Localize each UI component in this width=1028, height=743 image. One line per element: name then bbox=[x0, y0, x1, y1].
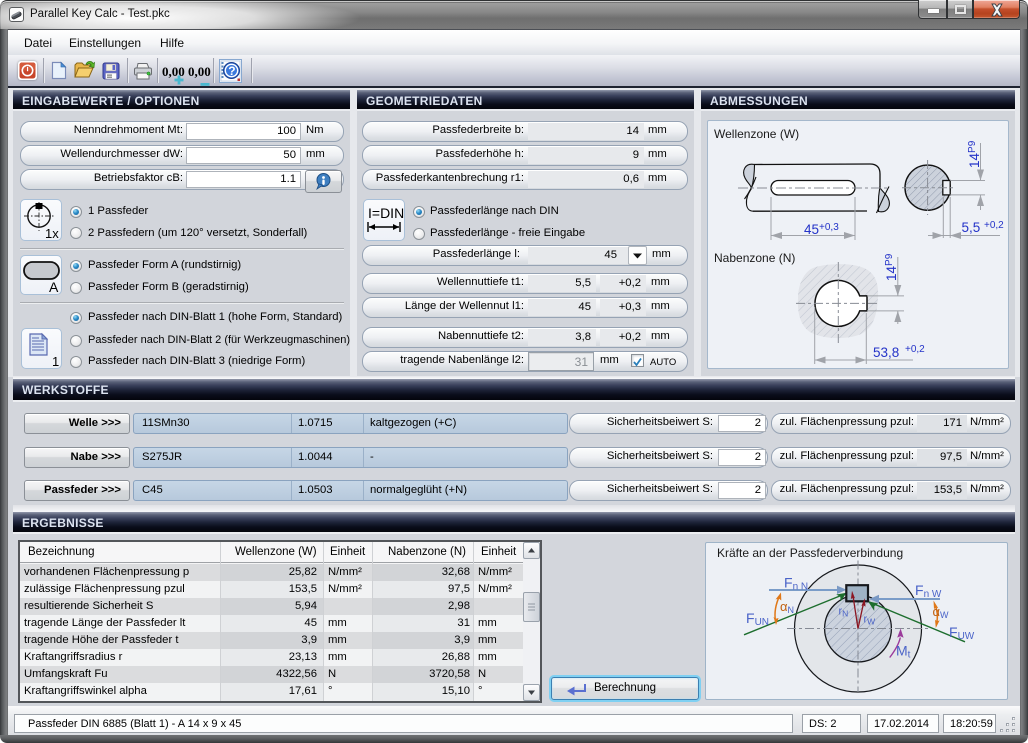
svg-text:Wellenzone (W): Wellenzone (W) bbox=[714, 127, 799, 141]
svg-text:1x: 1x bbox=[45, 226, 59, 240]
svg-text:+0,2: +0,2 bbox=[984, 220, 1004, 231]
svg-text:14P9: 14P9 bbox=[884, 253, 899, 281]
svg-text:14P9: 14P9 bbox=[967, 140, 982, 168]
svg-text:αW: αW bbox=[933, 604, 950, 620]
svg-text:?: ? bbox=[228, 64, 235, 78]
svg-text:1: 1 bbox=[52, 354, 59, 368]
svg-text:Nabenzone (N): Nabenzone (N) bbox=[714, 251, 795, 265]
svg-text:αN: αN bbox=[780, 599, 794, 615]
svg-text:I=DIN: I=DIN bbox=[368, 205, 404, 221]
svg-text:45+0,3: 45+0,3 bbox=[804, 222, 839, 237]
svg-text:5,5: 5,5 bbox=[962, 220, 981, 235]
svg-text:Kräfte an der Passfederverbind: Kräfte an der Passfederverbindung bbox=[717, 546, 903, 560]
svg-text:53,8: 53,8 bbox=[873, 345, 899, 360]
svg-text:+0,2: +0,2 bbox=[905, 344, 925, 355]
svg-text:A: A bbox=[49, 279, 59, 294]
svg-text:Fn N: Fn N bbox=[784, 575, 808, 593]
svg-text:Fn W: Fn W bbox=[915, 582, 942, 600]
svg-text:FUW: FUW bbox=[949, 624, 975, 642]
svg-text:FUN: FUN bbox=[746, 610, 769, 628]
